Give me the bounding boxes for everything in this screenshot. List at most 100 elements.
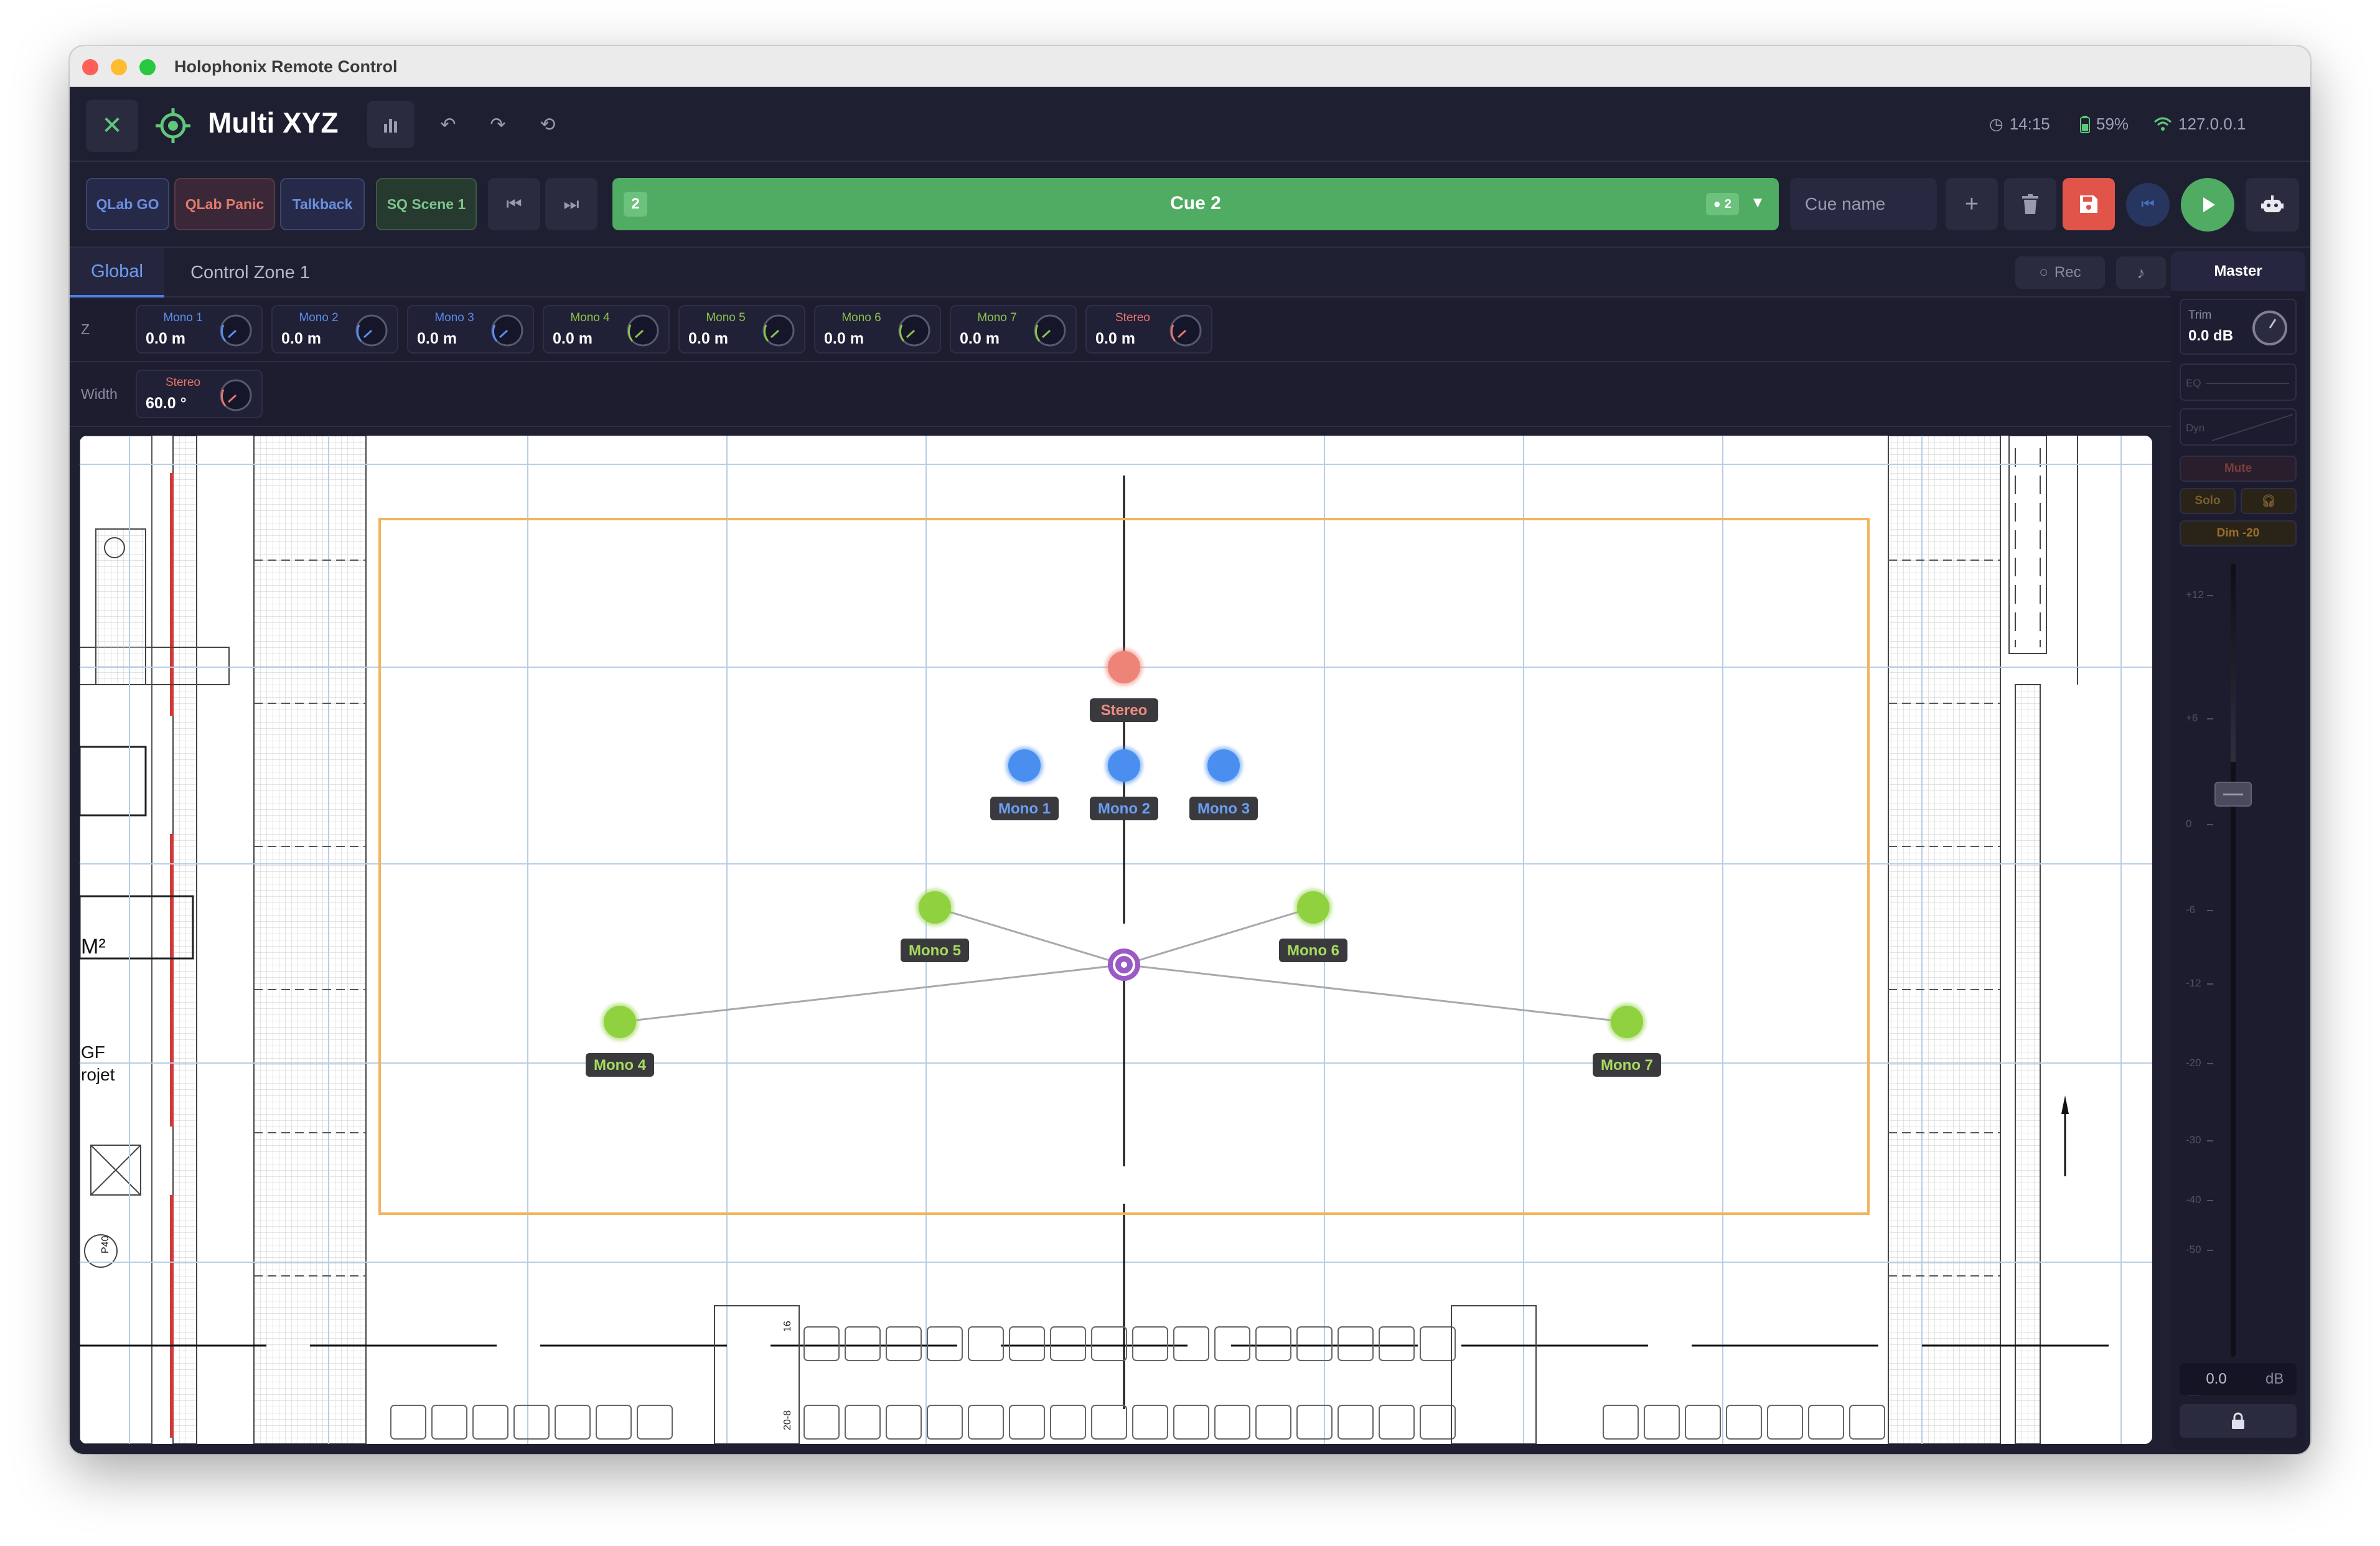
record-button[interactable]: ○ Rec bbox=[2015, 256, 2105, 289]
clock-text: 14:15 bbox=[2009, 115, 2050, 133]
lock-button[interactable] bbox=[2180, 1404, 2297, 1438]
floor-plan-canvas[interactable]: M² GF rojet P40 16 20-8 StereoMono 1 Mon… bbox=[80, 436, 2152, 1444]
param-tile[interactable]: Mono 2 0.0 m bbox=[271, 305, 398, 354]
param-knob[interactable] bbox=[218, 312, 254, 349]
param-tile[interactable]: Mono 7 0.0 m bbox=[950, 305, 1077, 354]
trim-knob[interactable] bbox=[2251, 309, 2289, 347]
fader-handle[interactable] bbox=[2214, 782, 2252, 807]
param-knob[interactable] bbox=[625, 312, 661, 349]
param-knob[interactable] bbox=[489, 312, 525, 349]
eq-label: EQ bbox=[2186, 377, 2201, 389]
param-knob[interactable] bbox=[1168, 312, 1204, 349]
param-tile[interactable]: Stereo 0.0 m bbox=[1085, 305, 1212, 354]
spatial-map[interactable]: M² GF rojet P40 16 20-8 Stereo Mono 1 Mo… bbox=[80, 436, 2152, 1444]
skip-forward-icon: ⏭ bbox=[563, 194, 579, 213]
battery-status: 59% bbox=[2080, 115, 2129, 134]
target-logo-icon bbox=[156, 108, 190, 143]
param-knob[interactable] bbox=[896, 312, 932, 349]
tab-global[interactable]: Global bbox=[70, 248, 164, 297]
window-zoom-button[interactable] bbox=[139, 59, 156, 75]
group-center-handle[interactable] bbox=[1108, 949, 1140, 981]
fader-scale-tick bbox=[2207, 824, 2213, 825]
param-knob[interactable] bbox=[761, 312, 797, 349]
play-button[interactable] bbox=[2181, 178, 2234, 232]
tab-bar: Global Control Zone 1 ○ Rec ♪ bbox=[70, 248, 2239, 297]
eq-section[interactable]: EQ bbox=[2180, 363, 2297, 401]
solo-button[interactable]: Solo bbox=[2180, 488, 2236, 514]
chevron-down-icon[interactable]: ▼ bbox=[1750, 194, 1765, 212]
eq-curve bbox=[2206, 383, 2289, 384]
play-icon bbox=[2203, 197, 2215, 212]
music-note-button[interactable]: ♪ bbox=[2116, 256, 2166, 289]
window-close-button[interactable] bbox=[82, 59, 98, 75]
add-cue-button[interactable]: + bbox=[1946, 178, 1998, 230]
param-tile[interactable]: Mono 3 0.0 m bbox=[407, 305, 534, 354]
fader-value: 0.0 bbox=[2206, 1370, 2227, 1387]
save-cue-button[interactable] bbox=[2063, 178, 2115, 230]
trim-label: Trim bbox=[2188, 309, 2212, 322]
plan-text: P40 bbox=[100, 1235, 111, 1253]
undo-icon: ↶ bbox=[440, 114, 456, 135]
close-session-button[interactable]: ✕ bbox=[86, 100, 138, 152]
talkback-button[interactable]: Talkback bbox=[280, 178, 365, 230]
cue-selector[interactable]: 2 Cue 2 ● 2 ▼ bbox=[612, 178, 1779, 230]
record-icon: ○ bbox=[2039, 264, 2048, 281]
param-knob[interactable] bbox=[354, 312, 390, 349]
qlab-go-button[interactable]: QLab GO bbox=[86, 178, 169, 230]
cue-name-input[interactable]: Cue name bbox=[1790, 178, 1937, 230]
next-cue-button[interactable]: ⏭ bbox=[545, 178, 597, 230]
dynamics-curve bbox=[2212, 414, 2293, 441]
param-tile[interactable]: Mono 5 0.0 m bbox=[678, 305, 805, 354]
param-knob[interactable] bbox=[1032, 312, 1068, 349]
param-value: 0.0 m bbox=[688, 330, 728, 347]
fader-scale-label: 0 bbox=[2186, 818, 2192, 830]
param-source-name: Mono 5 bbox=[706, 311, 746, 324]
previous-cue-button[interactable]: ⏮ bbox=[488, 178, 540, 230]
param-tile[interactable]: Mono 4 0.0 m bbox=[543, 305, 670, 354]
plan-text: GF bbox=[81, 1042, 105, 1062]
param-knob[interactable] bbox=[218, 377, 254, 413]
window-minimize-button[interactable] bbox=[111, 59, 127, 75]
trim-control[interactable]: Trim 0.0 dB bbox=[2180, 299, 2297, 355]
headphones-button[interactable]: 🎧︎ bbox=[2241, 488, 2297, 514]
fader-scale-label: -50 bbox=[2186, 1244, 2201, 1255]
fader-scale-tick bbox=[2207, 718, 2213, 719]
source-label: Stereo bbox=[1101, 702, 1148, 719]
param-source-name: Stereo bbox=[166, 376, 200, 389]
delete-cue-button[interactable] bbox=[2004, 178, 2056, 230]
rewind-button[interactable]: ⏮ bbox=[2126, 183, 2170, 227]
history-button[interactable]: ⟲ bbox=[527, 101, 569, 148]
qlab-panic-button[interactable]: QLab Panic bbox=[174, 178, 275, 230]
mute-button[interactable]: Mute bbox=[2180, 456, 2297, 482]
redo-icon: ↷ bbox=[490, 114, 506, 135]
fader-scale-tick bbox=[2207, 1200, 2213, 1201]
battery-icon bbox=[2080, 115, 2090, 133]
fader-track-highlight bbox=[2231, 575, 2236, 762]
plan-text: 16 bbox=[782, 1321, 793, 1332]
param-value: 0.0 m bbox=[1095, 330, 1135, 347]
param-tile[interactable]: Mono 6 0.0 m bbox=[814, 305, 941, 354]
undo-button[interactable]: ↶ bbox=[427, 101, 469, 148]
redo-button[interactable]: ↷ bbox=[477, 101, 519, 148]
dynamics-section[interactable]: Dyn bbox=[2180, 408, 2297, 446]
stats-button[interactable] bbox=[367, 101, 415, 148]
param-value: 0.0 m bbox=[553, 330, 593, 347]
param-tile[interactable]: Stereo 60.0 ° bbox=[136, 370, 263, 418]
dim-button[interactable]: Dim -20 bbox=[2180, 520, 2297, 546]
fader-scale-tick bbox=[2207, 1140, 2213, 1141]
param-source-name: Mono 7 bbox=[977, 311, 1017, 324]
ip-text: 127.0.0.1 bbox=[2178, 115, 2246, 133]
param-source-name: Mono 4 bbox=[570, 311, 610, 324]
param-tile[interactable]: Mono 1 0.0 m bbox=[136, 305, 263, 354]
save-icon bbox=[2080, 195, 2097, 213]
fader-value-display[interactable]: 0.0 dB bbox=[2180, 1363, 2297, 1395]
tab-control-zone-1[interactable]: Control Zone 1 bbox=[176, 248, 325, 297]
trim-value: 0.0 dB bbox=[2188, 327, 2234, 344]
fader-scale-label: +12 bbox=[2186, 589, 2204, 601]
wifi-icon bbox=[2153, 117, 2172, 131]
sq-scene-button[interactable]: SQ Scene 1 bbox=[376, 178, 477, 230]
network-status: 127.0.0.1 bbox=[2153, 115, 2246, 134]
param-value: 0.0 m bbox=[824, 330, 864, 347]
automation-button[interactable] bbox=[2246, 178, 2299, 232]
title-bar: Holophonix Remote Control bbox=[70, 46, 2310, 87]
